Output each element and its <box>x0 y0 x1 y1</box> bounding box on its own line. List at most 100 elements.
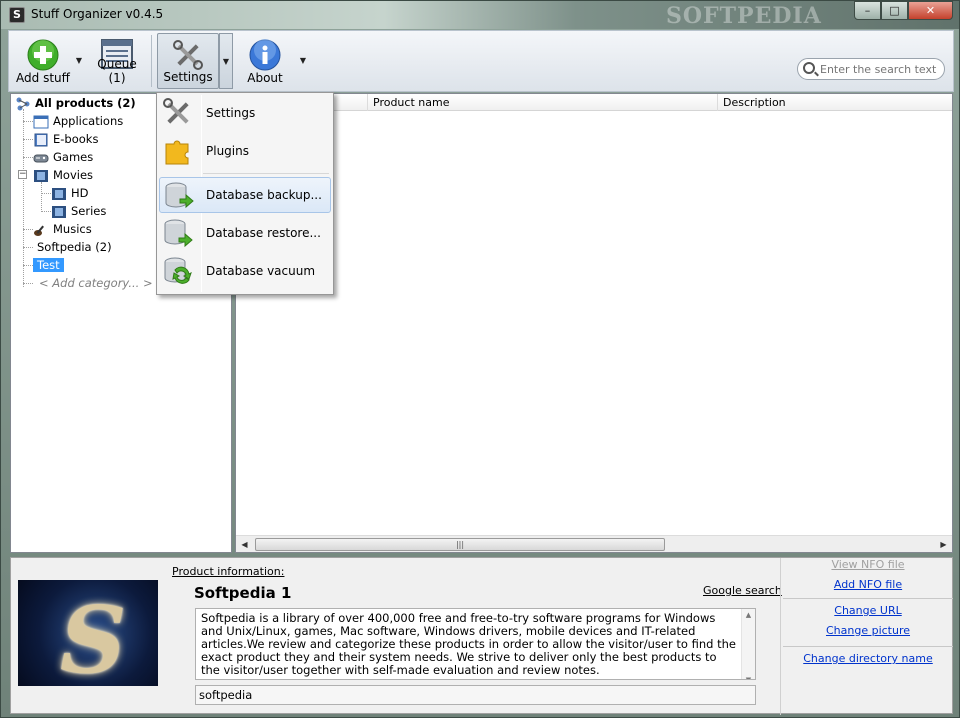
settings-label: Settings <box>163 70 213 84</box>
product-name: Softpedia 1 <box>194 584 292 602</box>
menu-item-label: Database vacuum <box>206 264 316 278</box>
tree-item-label: Series <box>71 204 107 218</box>
tree-line <box>41 211 51 212</box>
queue-button[interactable]: Queue (1) <box>89 33 145 89</box>
network-icon <box>16 97 30 110</box>
action-links: View NFO file Add NFO file Change URL Ch… <box>780 558 954 715</box>
product-list[interactable]: Product name Description ◀ ||| ▶ <box>235 93 953 553</box>
tree-item-label: All products (2) <box>35 96 136 110</box>
info-icon <box>249 39 281 71</box>
search-input[interactable] <box>820 61 940 77</box>
app-icon[interactable]: S <box>9 7 25 23</box>
softpedia-logo-image: S <box>60 586 127 686</box>
tags-field[interactable]: softpedia <box>195 685 756 705</box>
maximize-button[interactable]: □ <box>881 1 908 20</box>
tree-item-series[interactable]: Series <box>51 202 106 220</box>
change-picture-link[interactable]: Change picture <box>781 624 955 637</box>
menu-item-plugins[interactable]: Plugins <box>159 133 331 169</box>
description-text: Softpedia is a library of over 400,000 f… <box>201 611 736 677</box>
close-button[interactable]: ✕ <box>908 1 953 20</box>
tree-line <box>23 265 33 266</box>
view-nfo-link[interactable]: View NFO file <box>781 558 955 571</box>
tree-item-ebooks[interactable]: E-books <box>33 130 98 148</box>
tree-item-label: Movies <box>53 168 94 182</box>
description-scrollbar[interactable]: ▲ ▼ <box>741 609 755 679</box>
about-button[interactable]: About <box>239 33 291 89</box>
tree-item-all-products[interactable]: All products (2) <box>15 94 136 112</box>
tree-item-label: Softpedia (2) <box>37 240 112 254</box>
tree-item-movies[interactable]: Movies <box>33 166 93 184</box>
links-separator <box>783 598 953 599</box>
toolbar-separator <box>151 35 152 87</box>
collapse-movies-toggle[interactable]: − <box>18 170 27 179</box>
database-backup-icon <box>165 182 194 209</box>
add-stuff-button[interactable]: Add stuff <box>13 33 73 89</box>
links-separator <box>783 646 953 647</box>
menu-item-database-vacuum[interactable]: Database vacuum <box>159 253 331 289</box>
window-controls: – □ ✕ <box>854 1 953 20</box>
tree-item-softpedia[interactable]: Softpedia (2) <box>37 238 112 256</box>
menu-separator <box>203 173 329 174</box>
add-category-label: < Add category... > <box>39 276 153 290</box>
tree-line <box>23 139 33 140</box>
add-nfo-link[interactable]: Add NFO file <box>781 578 955 591</box>
add-icon <box>27 39 59 71</box>
settings-menu: Settings Plugins Database backup... Data… <box>156 92 334 295</box>
description-textarea[interactable]: Softpedia is a library of over 400,000 f… <box>195 608 756 680</box>
tools-icon <box>163 98 189 124</box>
column-header-description[interactable]: Description <box>717 94 952 111</box>
about-dropdown[interactable]: ▼ <box>296 33 310 89</box>
tree-item-label: Test <box>33 258 64 272</box>
tree-line <box>41 182 42 212</box>
tree-line <box>23 121 33 122</box>
search-box[interactable] <box>797 58 945 80</box>
database-refresh-icon <box>164 257 192 284</box>
search-icon[interactable] <box>803 62 815 74</box>
add-stuff-label: Add stuff <box>16 71 70 85</box>
tree-item-label: Applications <box>53 114 124 128</box>
tree-line <box>23 283 33 284</box>
scroll-left-button[interactable]: ◀ <box>236 536 253 553</box>
list-header: Product name Description <box>236 94 952 111</box>
product-info-label: Product information: <box>172 565 285 578</box>
watermark: SOFTPEDIA <box>666 3 822 29</box>
tree-item-hd[interactable]: HD <box>51 184 89 202</box>
tree-item-label: Games <box>53 150 94 164</box>
column-header-product-name[interactable]: Product name <box>367 94 717 111</box>
menu-item-database-backup[interactable]: Database backup... <box>159 177 331 213</box>
film-icon <box>52 187 66 200</box>
settings-dropdown[interactable]: ▼ <box>219 33 233 89</box>
menu-item-settings[interactable]: Settings <box>159 95 331 131</box>
film-icon <box>52 205 66 218</box>
google-search-link[interactable]: Google search <box>703 584 782 597</box>
add-category-item[interactable]: < Add category... > <box>39 274 153 292</box>
change-url-link[interactable]: Change URL <box>781 604 955 617</box>
tree-line <box>23 229 33 230</box>
tools-icon <box>173 40 203 70</box>
tree-item-applications[interactable]: Applications <box>33 112 123 130</box>
scroll-thumb[interactable]: ||| <box>255 538 665 551</box>
tree-item-test[interactable]: Test <box>33 256 64 274</box>
add-stuff-dropdown[interactable]: ▼ <box>72 33 86 89</box>
tree-line <box>41 193 51 194</box>
menu-item-label: Plugins <box>206 144 249 158</box>
book-icon <box>34 133 48 146</box>
minimize-button[interactable]: – <box>854 1 881 20</box>
about-label: About <box>247 71 283 85</box>
settings-button[interactable]: Settings <box>157 33 219 89</box>
horizontal-scrollbar[interactable]: ◀ ||| ▶ <box>236 535 952 552</box>
title-bar[interactable]: S Stuff Organizer v0.4.5 SOFTPEDIA – □ ✕ <box>1 1 959 29</box>
menu-item-database-restore[interactable]: Database restore... <box>159 215 331 251</box>
tree-item-musics[interactable]: Musics <box>33 220 92 238</box>
change-directory-name-link[interactable]: Change directory name <box>781 652 955 665</box>
scroll-right-button[interactable]: ▶ <box>935 536 952 553</box>
database-restore-icon <box>164 219 193 248</box>
tree-line <box>23 109 24 287</box>
guitar-icon <box>34 225 44 236</box>
toolbar: Add stuff ▼ Queue (1) Settings ▼ About ▼… <box>8 30 954 92</box>
tree-item-label: HD <box>71 186 89 200</box>
product-image[interactable]: S <box>18 580 158 686</box>
menu-item-label: Database restore... <box>206 226 321 240</box>
tree-line <box>23 157 33 158</box>
tree-item-games[interactable]: Games <box>33 148 93 166</box>
